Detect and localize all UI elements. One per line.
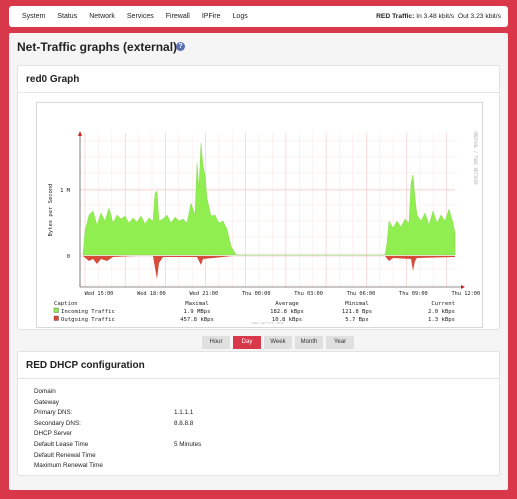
dhcp-value xyxy=(174,452,294,463)
x-tick-label: Thu 00:00 xyxy=(242,291,271,297)
nav-item-network[interactable]: Network xyxy=(89,13,115,20)
table-row: Domain xyxy=(34,388,294,399)
table-row: Primary DNS: 1.1.1.1 xyxy=(34,409,294,420)
x-tick-label: Thu 06:00 xyxy=(347,291,376,297)
dhcp-table: Domain Gateway Primary DNS: 1.1.1.1 Secon… xyxy=(34,388,294,473)
graph-panel: red0 Graph 0 1 M Bytes per Second RRDTOOL /… xyxy=(17,65,500,349)
legend-header: Maximal xyxy=(185,301,209,307)
red-traffic-in: In 3.48 kbit/s xyxy=(416,13,455,20)
week-button[interactable]: Week xyxy=(264,336,292,349)
table-row: Gateway xyxy=(34,399,294,410)
traffic-chart-svg: 0 1 M Bytes per Second RRDTOOL / TOBI OETIK… xyxy=(48,131,480,325)
nav-item-status[interactable]: Status xyxy=(57,13,77,20)
table-row: Default Lease Time 5 Minutes xyxy=(34,441,294,452)
dhcp-panel: RED DHCP configuration Domain Gateway Pr… xyxy=(17,351,500,476)
legend-cell: 182.8 kBps xyxy=(270,309,304,315)
x-tick-label: Wed 21:00 xyxy=(189,291,218,297)
dhcp-key: Gateway xyxy=(34,398,59,406)
legend-cell: 2.0 kBps xyxy=(428,309,455,315)
legend-cell: 457.8 kBps xyxy=(180,317,214,323)
dhcp-value: 1.1.1.1 xyxy=(174,409,194,417)
x-tick-label: Wed 18:00 xyxy=(137,291,166,297)
year-button[interactable]: Year xyxy=(326,336,354,349)
help-icon[interactable]: ? xyxy=(176,42,185,51)
red-traffic-label: RED Traffic: xyxy=(376,13,415,20)
legend-header: Current xyxy=(431,301,455,307)
table-row: Default Renewal Time xyxy=(34,452,294,463)
main-content: Net-Traffic graphs (external) ? red0 Gra… xyxy=(9,33,508,490)
divider xyxy=(18,378,499,379)
legend-cell: 1.9 MBps xyxy=(184,309,211,315)
nav-item-services[interactable]: Services xyxy=(127,13,154,20)
nav-item-firewall[interactable]: Firewall xyxy=(166,13,190,20)
dhcp-value xyxy=(174,430,294,441)
legend-swatch xyxy=(53,315,59,321)
nav-menu: System Status Network Services Firewall … xyxy=(22,13,260,20)
dhcp-key: Domain xyxy=(34,388,56,395)
legend-header: Caption xyxy=(54,301,78,307)
y-tick-label: 1 M xyxy=(60,188,71,194)
dhcp-value: 8.8.8.8 xyxy=(174,419,194,427)
x-tick-label: Thu 03:00 xyxy=(294,291,323,297)
x-tick-label: Thu 09:00 xyxy=(399,291,428,297)
page-title: Net-Traffic graphs (external) xyxy=(17,40,178,54)
dhcp-key: Primary DNS: xyxy=(34,409,73,417)
dhcp-value xyxy=(174,399,294,410)
dhcp-key: Secondary DNS: xyxy=(34,419,81,427)
time-range-buttons: Hour Day Week Month Year xyxy=(202,336,354,349)
graph-panel-title: red0 Graph xyxy=(26,74,80,85)
legend-swatch xyxy=(53,307,59,313)
watermark: www.ipfire.org xyxy=(251,320,283,325)
legend-cell: Incoming Traffic xyxy=(61,309,115,315)
hour-button[interactable]: Hour xyxy=(202,336,230,349)
y-axis-label: Bytes per Second xyxy=(48,184,54,237)
y-tick-label: 0 xyxy=(67,254,70,260)
table-row: Maximum Renewal Time xyxy=(34,462,294,473)
nav-item-logs[interactable]: Logs xyxy=(233,13,248,20)
dhcp-key: Default Renewal Time xyxy=(34,451,96,459)
table-row: Secondary DNS: 8.8.8.8 xyxy=(34,420,294,431)
legend-header: Minimal xyxy=(345,301,369,307)
dhcp-panel-title: RED DHCP configuration xyxy=(26,360,145,371)
table-row: DHCP Server xyxy=(34,430,294,441)
legend-cell: 5.7 Bps xyxy=(345,317,369,323)
rrdtool-credit: RRDTOOL / TOBI OETIKER xyxy=(473,132,478,186)
divider xyxy=(18,92,499,93)
nav-item-system[interactable]: System xyxy=(22,13,45,20)
legend-header: Average xyxy=(275,301,299,307)
top-navigation-bar: System Status Network Services Firewall … xyxy=(9,6,508,27)
x-tick-label: Thu 12:00 xyxy=(451,291,480,297)
nav-item-ipfire[interactable]: IPFire xyxy=(202,13,221,20)
x-axis-arrow xyxy=(461,285,465,289)
dhcp-key: Default Lease Time xyxy=(34,440,89,448)
dhcp-value xyxy=(174,388,294,399)
legend-cell: 121.8 Bps xyxy=(342,309,372,315)
dhcp-key: Maximum Renewal Time xyxy=(34,462,103,470)
plot-area xyxy=(80,133,455,287)
dhcp-value: 5 Minutes xyxy=(174,440,202,448)
red-traffic-status: RED Traffic: In 3.48 kbit/s Out 3.23 kbi… xyxy=(376,13,501,20)
day-button[interactable]: Day xyxy=(233,336,261,349)
x-tick-label: Wed 15:00 xyxy=(85,291,114,297)
legend-cell: 1.3 kBps xyxy=(428,317,455,323)
traffic-graph: 0 1 M Bytes per Second RRDTOOL / TOBI OETIK… xyxy=(36,102,483,328)
dhcp-key: DHCP Server xyxy=(34,430,73,438)
red-traffic-out: Out 3.23 kbit/s xyxy=(457,13,501,20)
dhcp-value xyxy=(174,462,294,473)
month-button[interactable]: Month xyxy=(295,336,323,349)
legend-cell: Outgoing Traffic xyxy=(61,317,115,323)
